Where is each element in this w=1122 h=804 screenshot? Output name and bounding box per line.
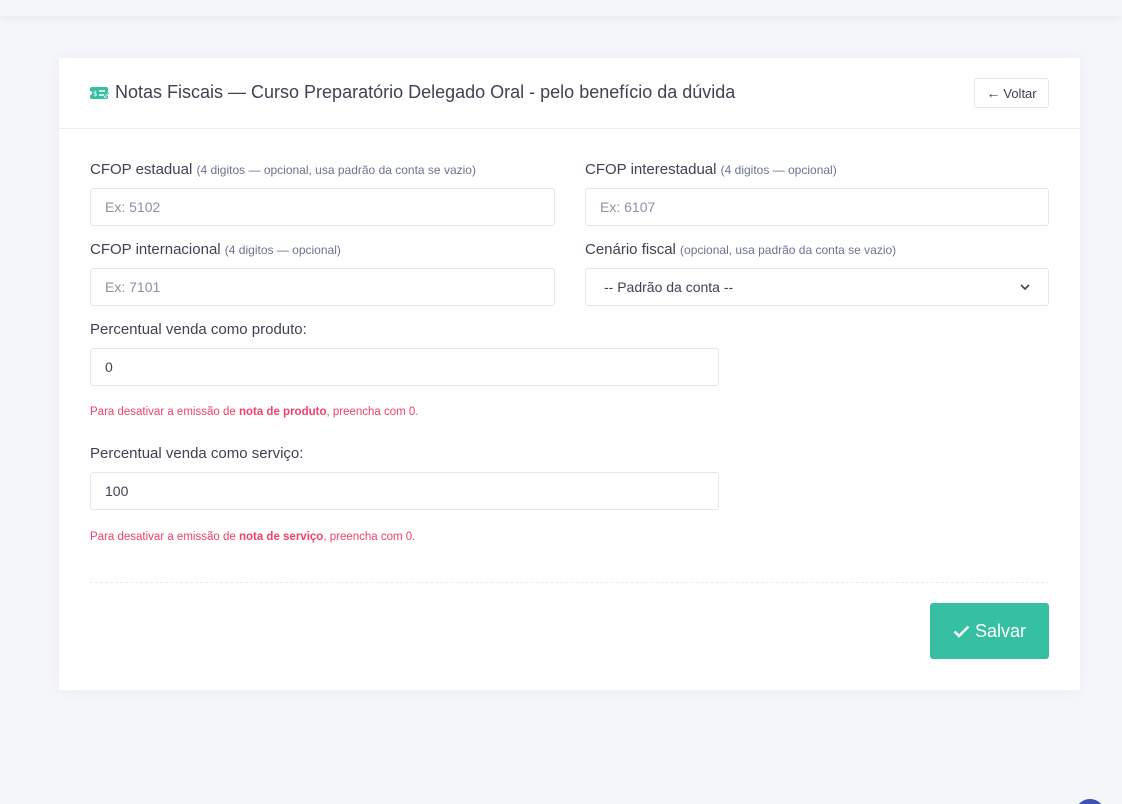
cenario-fiscal-select[interactable]: -- Padrão da conta -- bbox=[585, 268, 1049, 306]
cfop-interestadual-label: CFOP interestadual (4 digitos — opcional… bbox=[585, 161, 837, 178]
invoice-ticket-icon: $ bbox=[90, 86, 110, 99]
cenario-fiscal-selected: -- Padrão da conta -- bbox=[604, 279, 734, 295]
cfop-internacional-input[interactable] bbox=[90, 268, 555, 306]
cenario-fiscal-label-text: Cenário fiscal bbox=[585, 241, 676, 258]
cfop-interestadual-hint: (4 digitos — opcional) bbox=[720, 163, 837, 177]
percentual-produto-help-suffix: , preencha com 0. bbox=[326, 406, 419, 418]
cenario-fiscal-label: Cenário fiscal (opcional, usa padrão da … bbox=[585, 241, 896, 258]
card-header: $ Notas Fiscais — Curso Preparatório Del… bbox=[59, 58, 1080, 129]
percentual-produto-label: Percentual venda como produto: bbox=[90, 321, 307, 338]
arrow-left-icon: ← bbox=[986, 85, 1001, 101]
page-title-text: Notas Fiscais — Curso Preparatório Deleg… bbox=[115, 82, 736, 102]
save-button-label: Salvar bbox=[974, 620, 1027, 641]
cfop-internacional-hint: (4 digitos — opcional) bbox=[224, 243, 341, 257]
cfop-estadual-label-text: CFOP estadual bbox=[90, 161, 193, 178]
check-icon bbox=[953, 625, 970, 638]
cfop-interestadual-input[interactable] bbox=[585, 188, 1049, 226]
percentual-servico-help-suffix: , preencha com 0. bbox=[323, 531, 416, 543]
cfop-internacional-label-text: CFOP internacional bbox=[90, 241, 221, 258]
chevron-down-icon bbox=[1020, 284, 1030, 290]
back-button-label: Voltar bbox=[1003, 85, 1037, 101]
back-button[interactable]: ← Voltar bbox=[974, 78, 1049, 108]
cfop-estadual-input[interactable] bbox=[90, 188, 555, 226]
form-divider bbox=[90, 582, 1049, 583]
percentual-produto-help-bold: nota de produto bbox=[238, 406, 327, 418]
page-title: $ Notas Fiscais — Curso Preparatório Del… bbox=[90, 82, 735, 103]
cfop-internacional-label: CFOP internacional (4 digitos — opcional… bbox=[90, 241, 341, 258]
percentual-servico-input[interactable] bbox=[90, 472, 719, 510]
top-bar bbox=[0, 0, 1122, 16]
percentual-servico-help: Para desativar a emissão de nota de serv… bbox=[90, 531, 415, 543]
percentual-produto-input[interactable] bbox=[90, 348, 719, 386]
percentual-servico-help-prefix: Para desativar a emissão de bbox=[90, 531, 239, 543]
notas-fiscais-card: $ Notas Fiscais — Curso Preparatório Del… bbox=[59, 58, 1080, 690]
floating-action-dot[interactable] bbox=[1075, 799, 1105, 804]
percentual-produto-help: Para desativar a emissão de nota de prod… bbox=[90, 406, 419, 418]
cfop-estadual-hint: (4 digitos — opcional, usa padrão da con… bbox=[196, 163, 476, 177]
percentual-servico-label: Percentual venda como serviço: bbox=[90, 445, 304, 462]
save-button[interactable]: Salvar bbox=[930, 603, 1049, 659]
svg-text:$: $ bbox=[93, 90, 97, 98]
percentual-servico-help-bold: nota de serviço bbox=[238, 531, 324, 543]
cfop-estadual-label: CFOP estadual (4 digitos — opcional, usa… bbox=[90, 161, 476, 178]
cenario-fiscal-hint: (opcional, usa padrão da conta se vazio) bbox=[680, 243, 897, 257]
percentual-produto-help-prefix: Para desativar a emissão de bbox=[90, 406, 239, 418]
cfop-interestadual-label-text: CFOP interestadual bbox=[585, 161, 717, 178]
